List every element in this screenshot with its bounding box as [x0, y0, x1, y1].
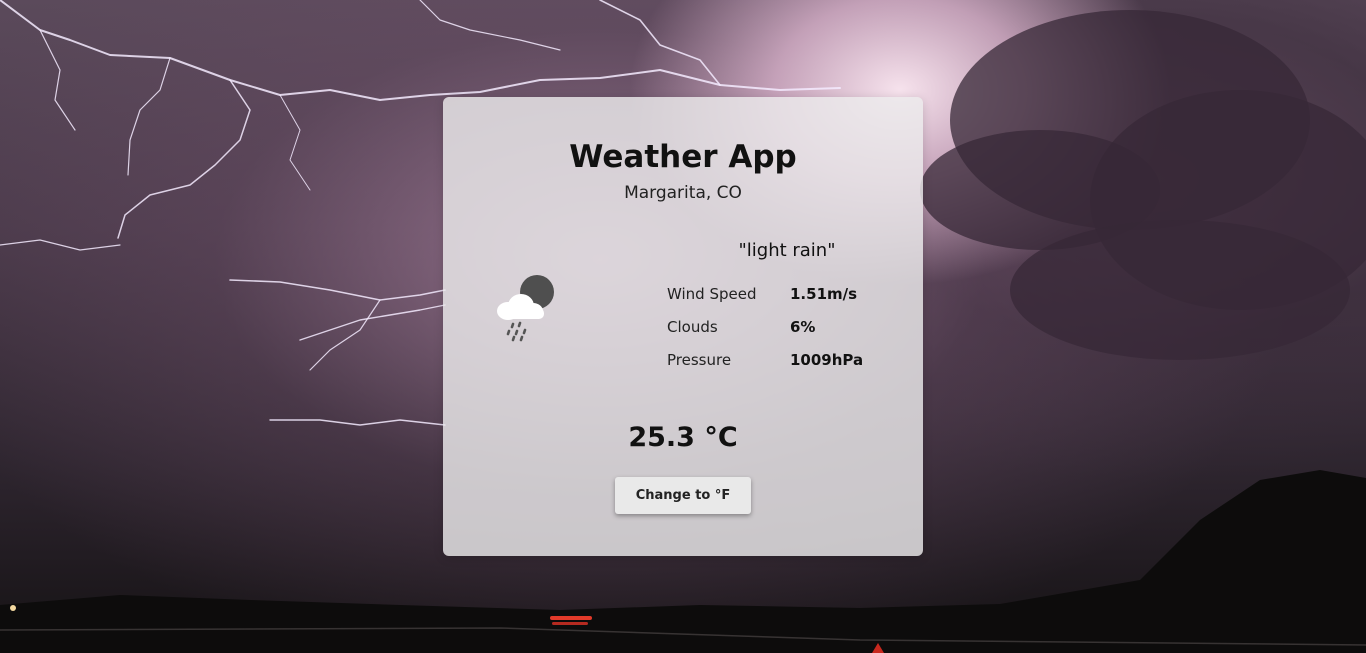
- pressure-label: Pressure: [667, 351, 732, 369]
- weather-description: "light rain": [738, 240, 836, 261]
- stat-row-wind-speed: Wind Speed 1.51m/s: [667, 281, 907, 314]
- pressure-value: 1009hPa: [790, 351, 864, 369]
- stat-row-pressure: Pressure 1009hPa: [667, 347, 907, 380]
- weather-stats: Wind Speed 1.51m/s Clouds 6% Pressure 10…: [667, 281, 907, 380]
- clouds-label: Clouds: [667, 318, 718, 336]
- app-title: Weather App: [569, 139, 797, 175]
- weather-card: Weather App Margarita, CO "light rain" W…: [443, 97, 923, 556]
- wind-speed-label: Wind Speed: [667, 285, 757, 303]
- wind-speed-value: 1.51m/s: [790, 285, 858, 303]
- change-unit-button[interactable]: Change to °F: [615, 477, 751, 514]
- cloud-rain-moon-icon: [487, 273, 559, 343]
- location-label: Margarita, CO: [624, 183, 742, 203]
- stat-row-clouds: Clouds 6%: [667, 314, 907, 347]
- clouds-value: 6%: [790, 318, 816, 336]
- temperature-value: 25.3 °C: [628, 422, 738, 453]
